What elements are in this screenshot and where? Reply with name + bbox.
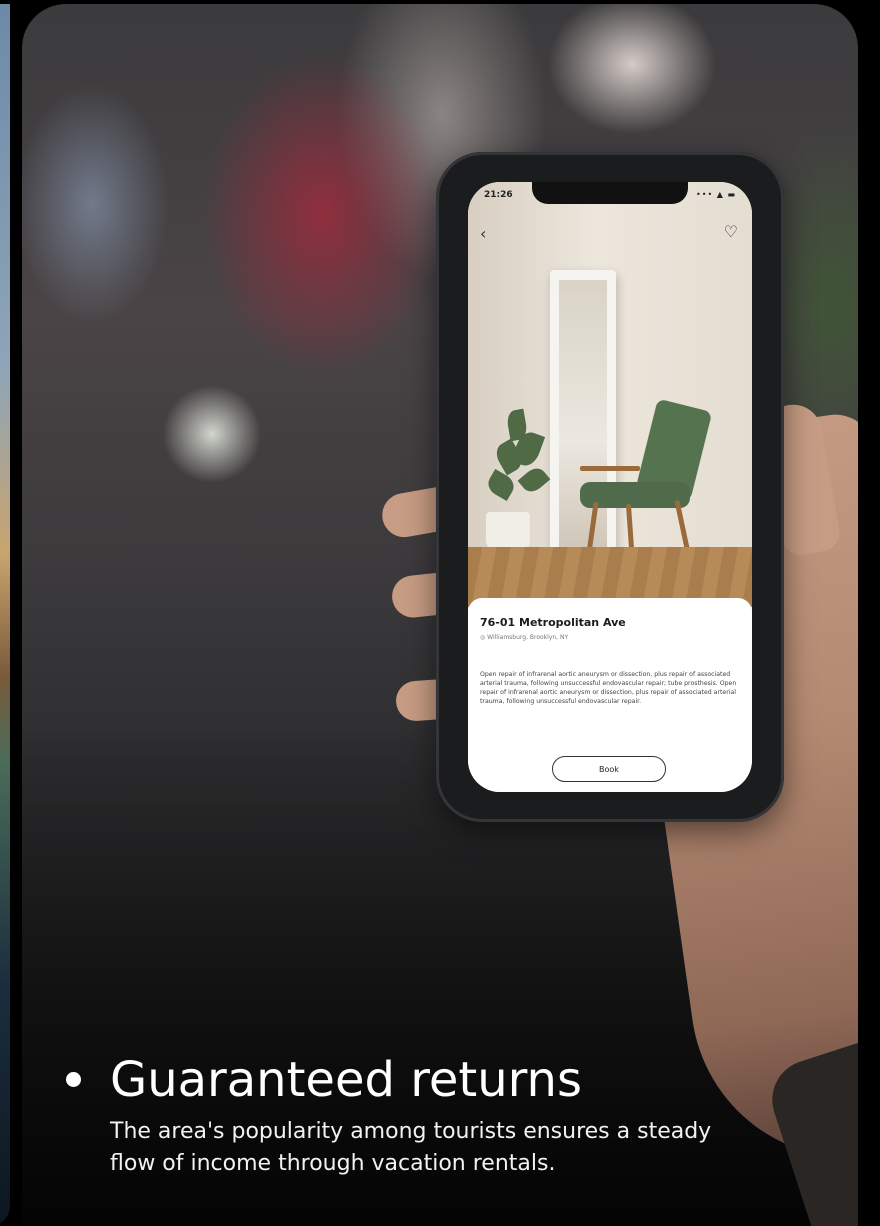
feature-description: The area's popularity among tourists ens… [110,1119,712,1176]
listing-title: 76-01 Metropolitan Ave [480,616,626,629]
leaf [517,463,551,497]
status-icons: ••• ▲ ▬ [696,190,736,199]
status-time: 21:26 [484,190,513,200]
feature-title: Guaranteed returns [110,1052,582,1108]
phone-screen: 21:26 ••• ▲ ▬ ‹ ♡ 76-01 Metropolitan Ave… [468,182,752,792]
book-button[interactable]: Book [552,756,666,782]
chair-leg [674,500,691,554]
feature-slide-card: 21:26 ••• ▲ ▬ ‹ ♡ 76-01 Metropolitan Ave… [22,4,858,1226]
listing-sheet: 76-01 Metropolitan Ave ◎ Williamsburg, B… [468,598,752,792]
listing-location: ◎ Williamsburg, Brooklyn, NY [480,634,568,641]
chevron-left-icon[interactable]: ‹ [480,224,486,243]
feature-caption: Guaranteed returns The area's popularity… [62,1050,802,1180]
previous-slide-card[interactable] [0,4,10,1226]
mirror [550,270,616,560]
location-pin-icon: ◎ [480,634,486,641]
listing-photo [468,182,752,607]
listing-location-text: Williamsburg, Brooklyn, NY [487,634,569,641]
description-fade [468,716,752,756]
page: 21:26 ••• ▲ ▬ ‹ ♡ 76-01 Metropolitan Ave… [0,0,880,1226]
chair-arm [580,466,640,471]
leaf [484,468,518,502]
phone-mockup: 21:26 ••• ▲ ▬ ‹ ♡ 76-01 Metropolitan Ave… [436,152,784,822]
phone-notch [532,182,688,204]
heart-icon[interactable]: ♡ [724,222,738,241]
bullet-dot [66,1072,81,1087]
